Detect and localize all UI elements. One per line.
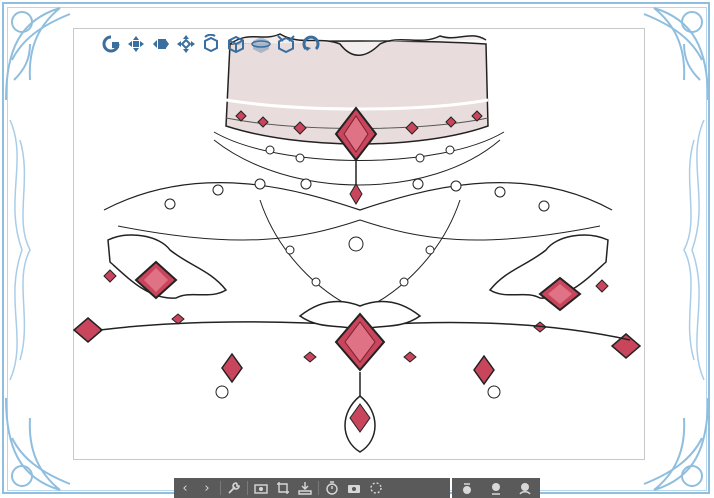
object-rotate-icon[interactable] <box>200 33 222 55</box>
toolbar-separator <box>318 481 319 495</box>
paint-icon <box>519 483 531 495</box>
next-button[interactable]: › <box>196 478 218 498</box>
select-area-button[interactable] <box>365 478 387 498</box>
object-rotate-xz-icon[interactable] <box>225 33 247 55</box>
wrench-icon <box>228 482 240 494</box>
necklace-artwork <box>72 33 642 453</box>
camera-rotate-icon[interactable] <box>100 33 122 55</box>
pen-button[interactable] <box>456 478 478 498</box>
object-rotate-xy-icon[interactable] <box>250 33 272 55</box>
toolbar-separator <box>247 481 248 495</box>
brush-button[interactable] <box>485 478 507 498</box>
screenshot-button[interactable] <box>343 478 365 498</box>
crop-icon <box>277 482 289 494</box>
select-area-icon <box>370 482 382 494</box>
camera-button[interactable] <box>250 478 272 498</box>
wrench-button[interactable] <box>223 478 245 498</box>
paint-button[interactable] <box>514 478 536 498</box>
camera-icon <box>254 484 268 494</box>
screenshot-icon <box>348 485 360 493</box>
toolbar-separator <box>220 481 221 495</box>
camera-dolly-icon[interactable] <box>150 33 172 55</box>
camera-pan-icon[interactable] <box>125 33 147 55</box>
crop-button[interactable] <box>272 478 294 498</box>
reset-rotation-icon[interactable] <box>300 33 322 55</box>
toolbar-3d-object <box>100 32 322 56</box>
prev-button[interactable]: ‹ <box>174 478 196 498</box>
chevron-right-icon: › <box>204 480 210 496</box>
timer-icon <box>326 481 338 495</box>
layer-import-icon <box>298 482 312 495</box>
brush-icon <box>491 483 500 495</box>
object-launcher-bar: ‹ › <box>174 478 450 498</box>
chevron-left-icon: ‹ <box>182 480 188 496</box>
object-scale-icon[interactable] <box>275 33 297 55</box>
pen-icon <box>462 483 471 494</box>
brush-launcher-bar <box>452 478 540 498</box>
object-move-icon[interactable] <box>175 33 197 55</box>
layer-import-button[interactable] <box>294 478 316 498</box>
timer-button[interactable] <box>321 478 343 498</box>
